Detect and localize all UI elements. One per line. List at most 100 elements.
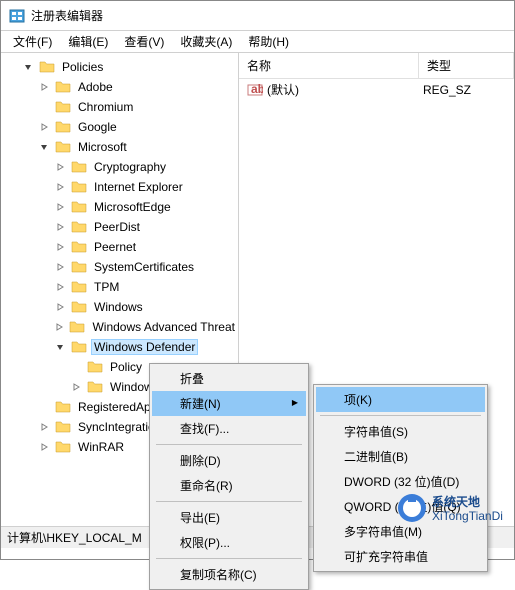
folder-icon <box>71 199 87 215</box>
folder-icon <box>71 239 87 255</box>
menu-item[interactable]: 复制项名称(C) <box>152 562 306 587</box>
tree-label: Microsoft <box>75 139 130 155</box>
value-type: REG_SZ <box>423 83 471 97</box>
tree-toggle-icon[interactable] <box>53 180 67 194</box>
tree-node-systemcertificates[interactable]: SystemCertificates <box>1 257 238 277</box>
tree-toggle-icon[interactable] <box>53 160 67 174</box>
menu-favorites[interactable]: 收藏夹(A) <box>172 31 240 52</box>
tree-toggle-icon[interactable] <box>21 60 35 74</box>
tree-toggle-icon[interactable] <box>37 400 51 414</box>
folder-icon <box>87 359 103 375</box>
tree-toggle-icon[interactable] <box>53 200 67 214</box>
svg-text:XiTongTianDi.net: XiTongTianDi.net <box>432 509 504 523</box>
tree-label: MicrosoftEdge <box>91 199 174 215</box>
list-row[interactable]: ab (默认) REG_SZ <box>239 79 514 100</box>
menu-item[interactable]: 重命名(R) <box>152 473 306 498</box>
folder-icon <box>71 279 87 295</box>
folder-icon <box>55 99 71 115</box>
folder-icon <box>55 119 71 135</box>
tree-toggle-icon[interactable] <box>69 360 83 374</box>
menu-item[interactable]: 查找(F)... <box>152 416 306 441</box>
folder-icon <box>71 179 87 195</box>
folder-icon <box>71 259 87 275</box>
tree-node-internet-explorer[interactable]: Internet Explorer <box>1 177 238 197</box>
menu-file[interactable]: 文件(F) <box>5 31 60 52</box>
folder-icon <box>71 219 87 235</box>
window-title: 注册表编辑器 <box>31 7 103 24</box>
svg-text:ab: ab <box>251 82 263 96</box>
tree-node-chromium[interactable]: Chromium <box>1 97 238 117</box>
tree-label: Adobe <box>75 79 116 95</box>
context-menu-main[interactable]: 折叠新建(N)查找(F)... 删除(D)重命名(R) 导出(E)权限(P)... 复… <box>149 363 309 590</box>
tree-node-microsoft[interactable]: Microsoft <box>1 137 238 157</box>
tree-node-policies[interactable]: Policies <box>1 57 238 77</box>
tree-label: Cryptography <box>91 159 169 175</box>
tree-toggle-icon[interactable] <box>53 220 67 234</box>
folder-icon <box>71 159 87 175</box>
folder-icon <box>55 419 71 435</box>
tree-label: Internet Explorer <box>91 179 186 195</box>
folder-icon <box>87 379 103 395</box>
titlebar: 注册表编辑器 <box>1 1 514 31</box>
folder-icon <box>55 79 71 95</box>
menu-item[interactable]: 字符串值(S) <box>316 419 485 444</box>
menu-item[interactable]: 项(K) <box>316 387 485 412</box>
tree-label: SystemCertificates <box>91 259 197 275</box>
svg-text:系统天地: 系统天地 <box>432 494 480 509</box>
tree-toggle-icon[interactable] <box>37 120 51 134</box>
status-path: 计算机\HKEY_LOCAL_M <box>7 529 142 546</box>
tree-label: Policies <box>59 59 106 75</box>
menu-item[interactable]: 权限(P)... <box>152 530 306 555</box>
tree-toggle-icon[interactable] <box>53 260 67 274</box>
tree-label: Policy <box>107 359 145 375</box>
tree-toggle-icon[interactable] <box>53 280 67 294</box>
folder-icon <box>39 59 55 75</box>
tree-node-cryptography[interactable]: Cryptography <box>1 157 238 177</box>
folder-icon <box>55 399 71 415</box>
tree-toggle-icon[interactable] <box>37 140 51 154</box>
tree-toggle-icon[interactable] <box>53 240 67 254</box>
tree-node-microsoftedge[interactable]: MicrosoftEdge <box>1 197 238 217</box>
folder-icon <box>55 439 71 455</box>
menubar: 文件(F) 编辑(E) 查看(V) 收藏夹(A) 帮助(H) <box>1 31 514 53</box>
folder-icon <box>55 139 71 155</box>
menu-edit[interactable]: 编辑(E) <box>60 31 116 52</box>
context-menu-new[interactable]: 项(K)字符串值(S)二进制值(B)DWORD (32 位)值(D)QWORD … <box>313 384 488 572</box>
tree-node-peerdist[interactable]: PeerDist <box>1 217 238 237</box>
tree-node-windows[interactable]: Windows <box>1 297 238 317</box>
tree-toggle-icon[interactable] <box>37 420 51 434</box>
menu-separator <box>156 501 302 502</box>
menu-item[interactable]: 删除(D) <box>152 448 306 473</box>
menu-view[interactable]: 查看(V) <box>116 31 172 52</box>
menu-help[interactable]: 帮助(H) <box>240 31 297 52</box>
tree-node-tpm[interactable]: TPM <box>1 277 238 297</box>
menu-separator <box>156 558 302 559</box>
tree-label: Windows <box>91 299 146 315</box>
tree-node-peernet[interactable]: Peernet <box>1 237 238 257</box>
watermark: 系统天地 XiTongTianDi.net <box>394 488 504 531</box>
menu-item[interactable]: 导出(E) <box>152 505 306 530</box>
tree-toggle-icon[interactable] <box>53 300 67 314</box>
tree-node-windows-advanced-threat[interactable]: Windows Advanced Threat <box>1 317 238 337</box>
list-header: 名称 类型 <box>239 53 514 79</box>
tree-toggle-icon[interactable] <box>53 340 67 354</box>
tree-toggle-icon[interactable] <box>69 380 83 394</box>
tree-toggle-icon[interactable] <box>37 80 51 94</box>
tree-label: WinRAR <box>75 439 127 455</box>
tree-label: Peernet <box>91 239 139 255</box>
column-type[interactable]: 类型 <box>419 53 514 78</box>
column-name[interactable]: 名称 <box>239 53 419 78</box>
tree-toggle-icon[interactable] <box>37 440 51 454</box>
tree-label: PeerDist <box>91 219 143 235</box>
menu-item[interactable]: 二进制值(B) <box>316 444 485 469</box>
tree-node-adobe[interactable]: Adobe <box>1 77 238 97</box>
tree-node-windows-defender[interactable]: Windows Defender <box>1 337 238 357</box>
folder-icon <box>71 299 87 315</box>
menu-item[interactable]: 折叠 <box>152 366 306 391</box>
tree-toggle-icon[interactable] <box>52 320 66 334</box>
menu-item[interactable]: 可扩充字符串值 <box>316 544 485 569</box>
value-name: (默认) <box>267 81 423 98</box>
menu-item[interactable]: 新建(N) <box>152 391 306 416</box>
tree-toggle-icon[interactable] <box>37 100 51 114</box>
tree-node-google[interactable]: Google <box>1 117 238 137</box>
